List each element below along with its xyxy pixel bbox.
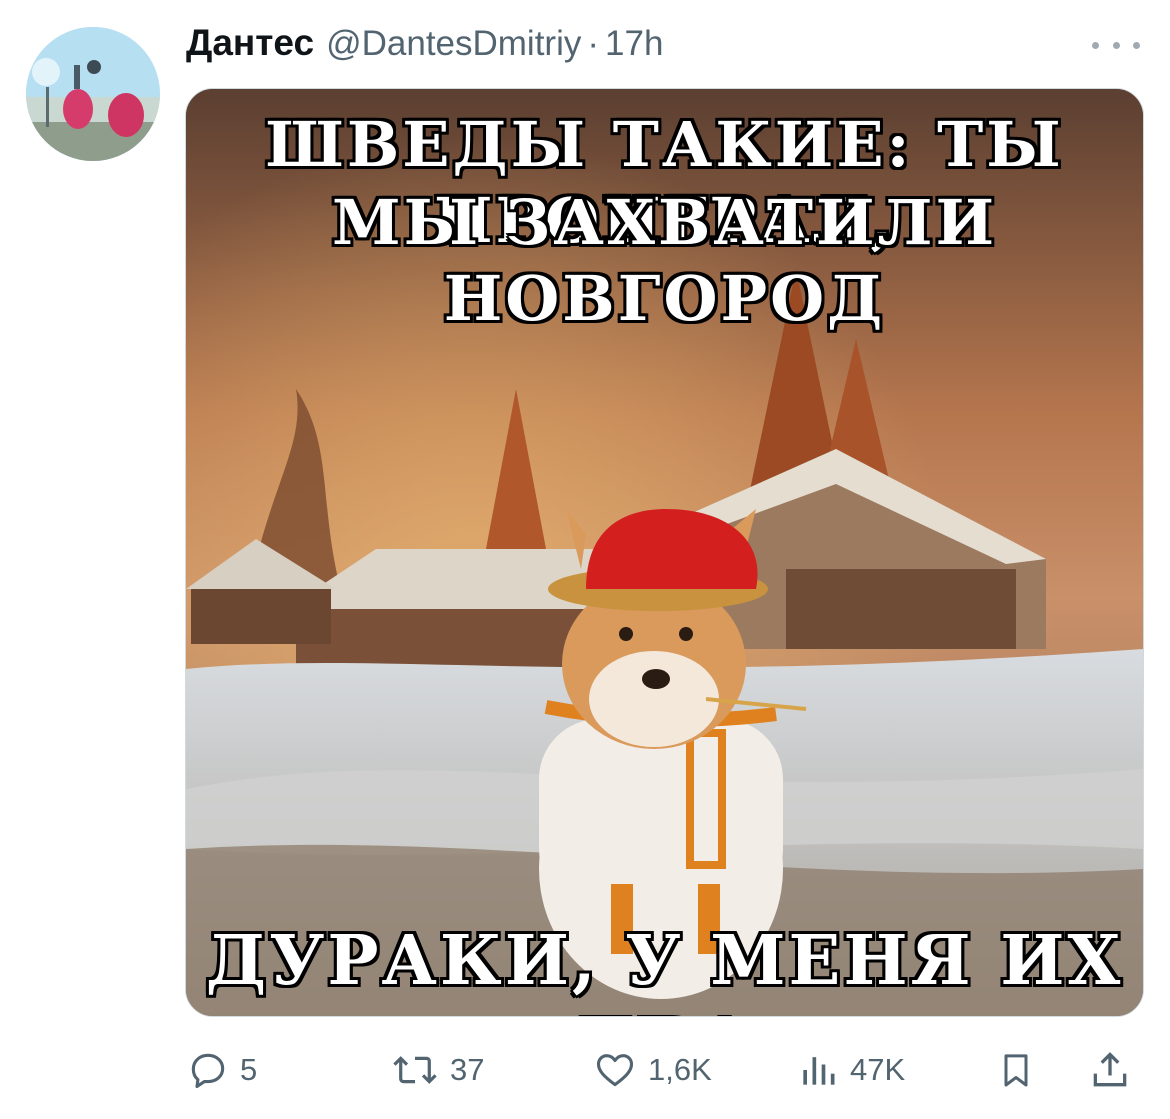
repost-icon: [393, 1056, 437, 1084]
reply-icon: [191, 1053, 225, 1089]
bookmark-icon: [1004, 1054, 1028, 1087]
views-icon: [803, 1057, 835, 1085]
author-handle[interactable]: @DantesDmitriy: [326, 24, 581, 64]
author-name[interactable]: Дантес: [186, 22, 314, 64]
like-count: 1,6K: [648, 1052, 712, 1087]
reply-count: 5: [240, 1052, 258, 1087]
views-count: 47K: [850, 1052, 906, 1087]
bookmark-button[interactable]: [996, 1040, 1036, 1100]
more-icon[interactable]: [1092, 30, 1140, 60]
repost-count: 37: [450, 1052, 485, 1087]
timestamp[interactable]: 17h: [605, 24, 663, 64]
share-icon: [1093, 1052, 1127, 1087]
avatar-image: [26, 27, 160, 161]
tweet-header: Дантес @DantesDmitriy · 17h: [186, 22, 663, 72]
like-icon: [596, 1054, 634, 1087]
repost-button[interactable]: 37: [390, 1040, 484, 1100]
share-button[interactable]: [1088, 1040, 1132, 1100]
meme-top-line-2: МЫ ЗАХВАТИЛИ НОВГОРОД: [331, 186, 998, 335]
reply-button[interactable]: 5: [186, 1040, 257, 1100]
views-button[interactable]: 47K: [796, 1040, 905, 1100]
meme-bottom-line: ДУРАКИ, У МЕНЯ ИХ ДВА: [205, 921, 1124, 1016]
avatar[interactable]: [26, 27, 160, 161]
tweet-actions: 5 37 1,6K 47K: [0, 1040, 1170, 1100]
like-button[interactable]: 1,6K: [592, 1040, 712, 1100]
tweet-media[interactable]: ШВЕДЫ ТАКИЕ: ТЫ ПРОИГРАЛ, МЫ ЗАХВАТИЛИ Н…: [185, 88, 1144, 1017]
separator-dot: ·: [587, 24, 600, 63]
